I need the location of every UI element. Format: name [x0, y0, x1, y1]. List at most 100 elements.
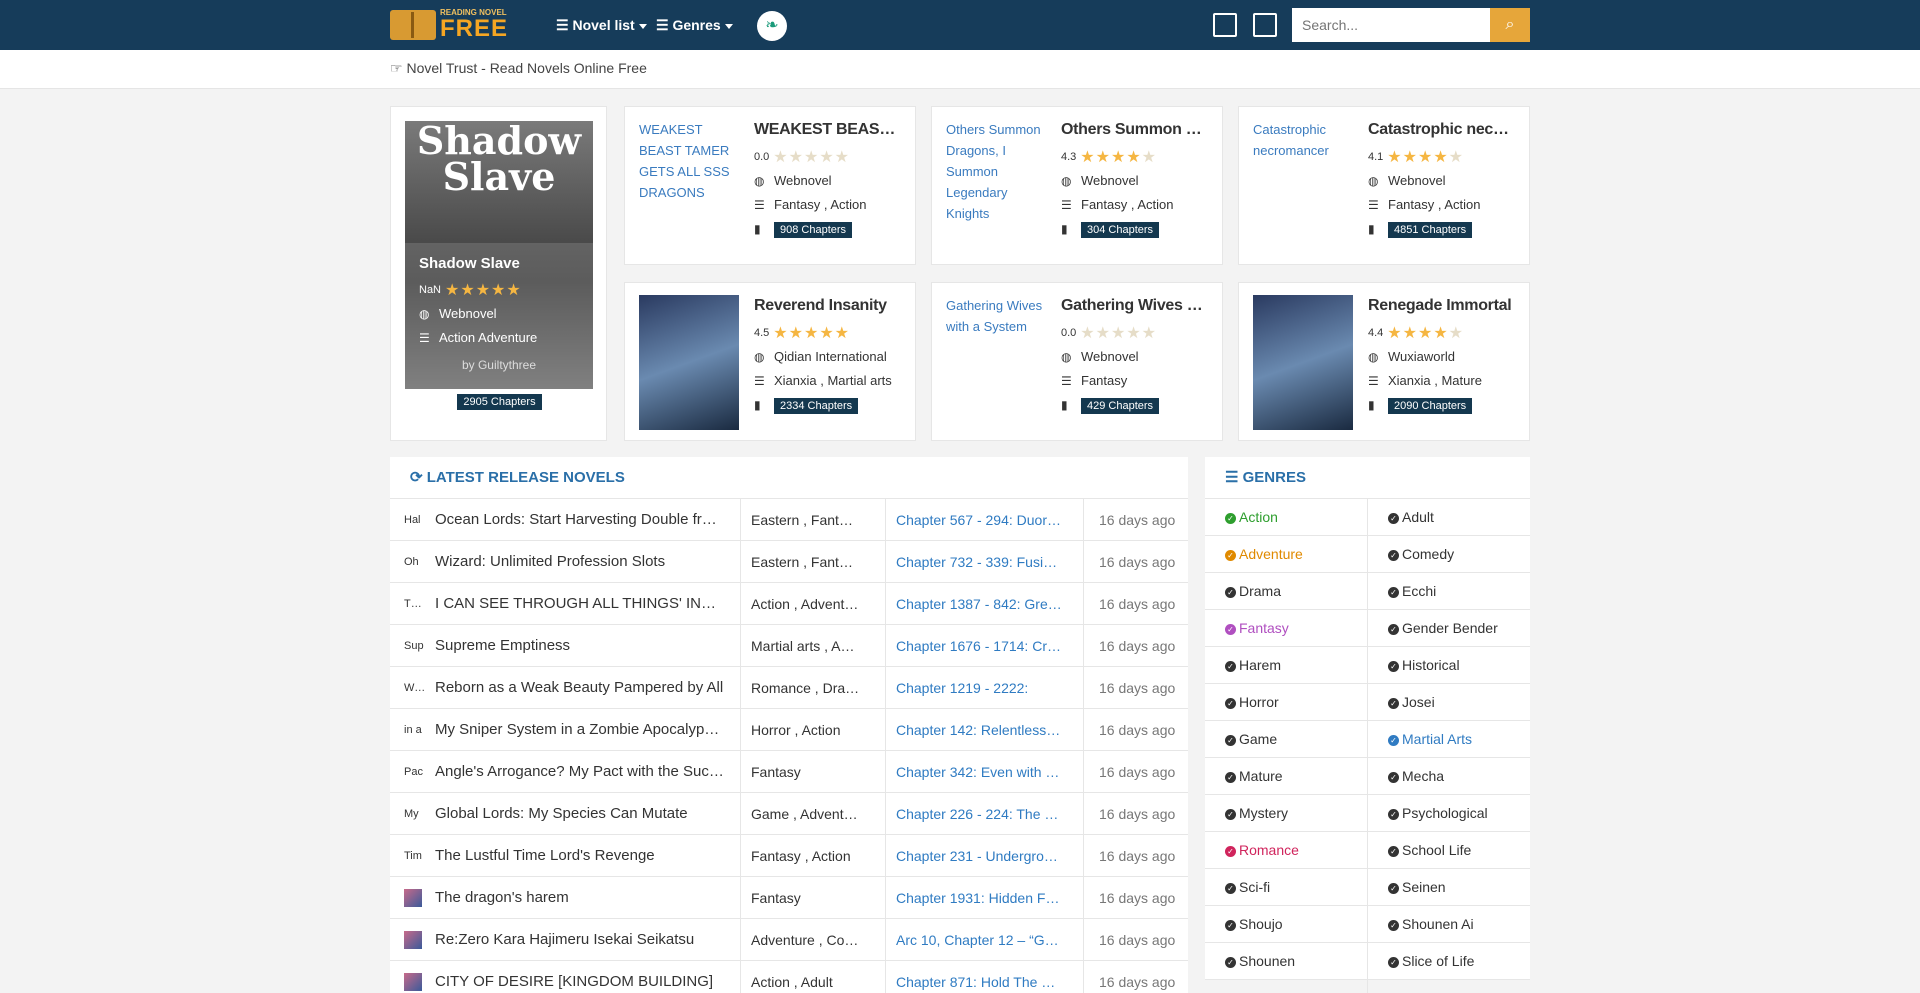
novel-cover-alt[interactable]: WEAKEST BEAST TAMER GETS ALL SSS DRAGONS	[639, 119, 739, 203]
genre-link[interactable]: ✓ Shounen	[1205, 943, 1367, 980]
genre-link[interactable]: ✓ Mecha	[1368, 758, 1530, 795]
featured-novel-card[interactable]: Shadow Slave Shadow Slave NaN ★★★★★ ◍ Webn…	[390, 106, 607, 441]
novel-thumbnail[interactable]: in a	[404, 709, 424, 751]
genre-link[interactable]: ✓ Game	[1205, 721, 1367, 758]
latest-release-row[interactable]: in a My Sniper System in a Zombie Apocaly…	[390, 709, 1188, 751]
novel-thumbnail[interactable]	[404, 919, 424, 961]
latest-release-row[interactable]: The dragon's harem Fantasy Chapter 1931:…	[390, 877, 1188, 919]
latest-release-row[interactable]: THE I CAN SEE THROUGH ALL THINGS' INFORMA…	[390, 583, 1188, 625]
latest-release-row[interactable]: Pac Angle's Arrogance? My Pact with the S…	[390, 751, 1188, 793]
novel-title[interactable]: WEAKEST BEAST TAMER GETS ALL SSS DRAGONS	[754, 121, 899, 139]
novel-thumbnail[interactable]: Oh	[404, 541, 424, 583]
novel-cover[interactable]	[639, 295, 739, 430]
novel-title-link[interactable]: Global Lords: My Species Can Mutate	[435, 793, 725, 835]
novel-title[interactable]: Catastrophic necromancer	[1368, 121, 1513, 139]
genre-link[interactable]: ✓ Romance	[1205, 832, 1367, 869]
novel-thumbnail[interactable]: Pac	[404, 751, 424, 793]
theme-leaf-icon[interactable]: ❧	[757, 11, 787, 41]
chapter-link[interactable]: Chapter 231 - Underground Gate	[885, 835, 1063, 877]
novel-title-link[interactable]: Re:Zero Kara Hajimeru Isekai Seikatsu	[435, 919, 725, 961]
qr-code-icon[interactable]	[1213, 13, 1237, 37]
site-logo[interactable]: READING NOVEL FREE	[390, 8, 526, 42]
latest-release-row[interactable]: My Global Lords: My Species Can Mutate Ga…	[390, 793, 1188, 835]
genre-link[interactable]: ✓ Historical	[1368, 647, 1530, 684]
novel-card[interactable]: Renegade Immortal 4.4 ★★★★★ ◍ Wuxiaworld ☰…	[1238, 282, 1530, 441]
novel-thumbnail[interactable]: Sup	[404, 625, 424, 667]
latest-release-row[interactable]: Sup Supreme Emptiness Martial arts , Adve…	[390, 625, 1188, 667]
genre-link[interactable]: ✓ Action	[1205, 499, 1367, 536]
featured-cover[interactable]: Shadow Slave Shadow Slave NaN ★★★★★ ◍ Webn…	[405, 121, 593, 389]
novel-card[interactable]: Gathering Wives with a System Gathering …	[931, 282, 1223, 441]
novel-thumbnail[interactable]	[404, 961, 424, 993]
novel-card[interactable]: Reverend Insanity 4.5 ★★★★★ ◍ Qidian Inter…	[624, 282, 916, 441]
novel-card[interactable]: Catastrophic necromancer Catastrophic ne…	[1238, 106, 1530, 265]
chapter-link[interactable]: Chapter 226 - 224: The Primal	[885, 793, 1063, 835]
chapter-link[interactable]: Arc 10, Chapter 12 – “Groan”	[885, 919, 1063, 961]
search-input[interactable]	[1292, 8, 1490, 42]
latest-release-row[interactable]: Re:Zero Kara Hajimeru Isekai Seikatsu Ad…	[390, 919, 1188, 961]
chapter-link[interactable]: Chapter 1219 - 2222:	[885, 667, 1063, 709]
nav-novel-list[interactable]: ☰ Novel list	[556, 0, 647, 50]
latest-release-row[interactable]: Tim The Lustful Time Lord's Revenge Fanta…	[390, 835, 1188, 877]
novel-thumbnail[interactable]: THE	[404, 583, 424, 625]
chapter-link[interactable]: Chapter 567 - 294: Duorong Ocean	[885, 499, 1063, 541]
novel-card[interactable]: WEAKEST BEAST TAMER GETS ALL SSS DRAGONS…	[624, 106, 916, 265]
genre-link[interactable]: ✓ Ecchi	[1368, 573, 1530, 610]
novel-card[interactable]: Others Summon Dragons, I Summon Legendar…	[931, 106, 1223, 265]
chapter-link[interactable]: Chapter 732 - 339: Fusion and Evolution	[885, 541, 1063, 583]
novel-title[interactable]: Others Summon Dragons, I Summon Legendar…	[1061, 121, 1206, 139]
chapter-link[interactable]: Chapter 871: Hold The Pass	[885, 961, 1063, 993]
latest-release-row[interactable]: Hal Ocean Lords: Start Harvesting Double …	[390, 499, 1188, 541]
genre-link[interactable]: ✓ Gender Bender	[1368, 610, 1530, 647]
latest-release-row[interactable]: Wea Reborn as a Weak Beauty Pampered by A…	[390, 667, 1188, 709]
genre-link[interactable]: ✓ Martial Arts	[1368, 721, 1530, 758]
novel-thumbnail[interactable]: Wea	[404, 667, 424, 709]
novel-cover[interactable]	[1253, 295, 1353, 430]
genre-link[interactable]: ✓ Shounen Ai	[1368, 906, 1530, 943]
chapter-link[interactable]: Chapter 1387 - 842: Greed	[885, 583, 1063, 625]
novel-title[interactable]: Renegade Immortal	[1368, 297, 1513, 315]
novel-title-link[interactable]: The Lustful Time Lord's Revenge	[435, 835, 725, 877]
genre-link[interactable]: ✓ Fantasy	[1205, 610, 1367, 647]
novel-cover-alt[interactable]: Catastrophic necromancer	[1253, 119, 1353, 161]
novel-title-link[interactable]: I CAN SEE THROUGH ALL THINGS' INFORMATIO…	[435, 583, 725, 625]
genre-link[interactable]: ✓ Harem	[1205, 647, 1367, 684]
genre-link[interactable]: ✓ School Life	[1368, 832, 1530, 869]
novel-cover-alt[interactable]: Others Summon Dragons, I Summon Legendar…	[946, 119, 1046, 224]
latest-release-row[interactable]: Oh Wizard: Unlimited Profession Slots Eas…	[390, 541, 1188, 583]
novel-title-link[interactable]: The dragon's harem	[435, 877, 725, 919]
newspaper-icon[interactable]	[1253, 13, 1277, 37]
genre-link[interactable]: ✓ Psychological	[1368, 795, 1530, 832]
novel-thumbnail[interactable]: Tim	[404, 835, 424, 877]
novel-title-link[interactable]: CITY OF DESIRE [KINGDOM BUILDING]	[435, 961, 725, 993]
genre-link[interactable]: ✓ Josei	[1368, 684, 1530, 721]
genre-link[interactable]: ✓ Mystery	[1205, 795, 1367, 832]
novel-title-link[interactable]: Reborn as a Weak Beauty Pampered by All	[435, 667, 725, 709]
chapter-link[interactable]: Chapter 1931: Hidden Fuel	[885, 877, 1063, 919]
genre-link[interactable]: ✓ Adult	[1368, 499, 1530, 536]
genre-link[interactable]: ✓ Shoujo	[1205, 906, 1367, 943]
genre-link[interactable]: ✓ Mature	[1205, 758, 1367, 795]
search-button[interactable]: ⌕	[1490, 8, 1530, 42]
genre-link[interactable]: ✓ Drama	[1205, 573, 1367, 610]
genre-link[interactable]: ✓ Sci-fi	[1205, 869, 1367, 906]
genre-link[interactable]: ✓ Seinen	[1368, 869, 1530, 906]
genre-link[interactable]: ✓ Adventure	[1205, 536, 1367, 573]
novel-title-link[interactable]: Angle's Arrogance? My Pact with the Succ…	[435, 751, 725, 793]
novel-title-link[interactable]: Ocean Lords: Start Harvesting Double fro…	[435, 499, 725, 541]
novel-title-link[interactable]: Supreme Emptiness	[435, 625, 725, 667]
chapter-link[interactable]: Chapter 142: Relentless Pursuit	[885, 709, 1063, 751]
chapter-link[interactable]: Chapter 342: Even with Heaven	[885, 751, 1063, 793]
novel-title[interactable]: Reverend Insanity	[754, 297, 899, 315]
novel-title[interactable]: Gathering Wives with a System	[1061, 297, 1206, 315]
novel-cover-alt[interactable]: Gathering Wives with a System	[946, 295, 1046, 337]
novel-title-link[interactable]: Wizard: Unlimited Profession Slots	[435, 541, 725, 583]
genre-link[interactable]: ✓ Horror	[1205, 684, 1367, 721]
nav-genres[interactable]: ☰ Genres	[656, 0, 733, 50]
latest-release-row[interactable]: CITY OF DESIRE [KINGDOM BUILDING] Action…	[390, 961, 1188, 993]
novel-thumbnail[interactable]: Hal	[404, 499, 424, 541]
novel-thumbnail[interactable]	[404, 877, 424, 919]
chapter-link[interactable]: Chapter 1676 - 1714: Crushing	[885, 625, 1063, 667]
novel-thumbnail[interactable]: My	[404, 793, 424, 835]
genre-link[interactable]: ✓ Comedy	[1368, 536, 1530, 573]
